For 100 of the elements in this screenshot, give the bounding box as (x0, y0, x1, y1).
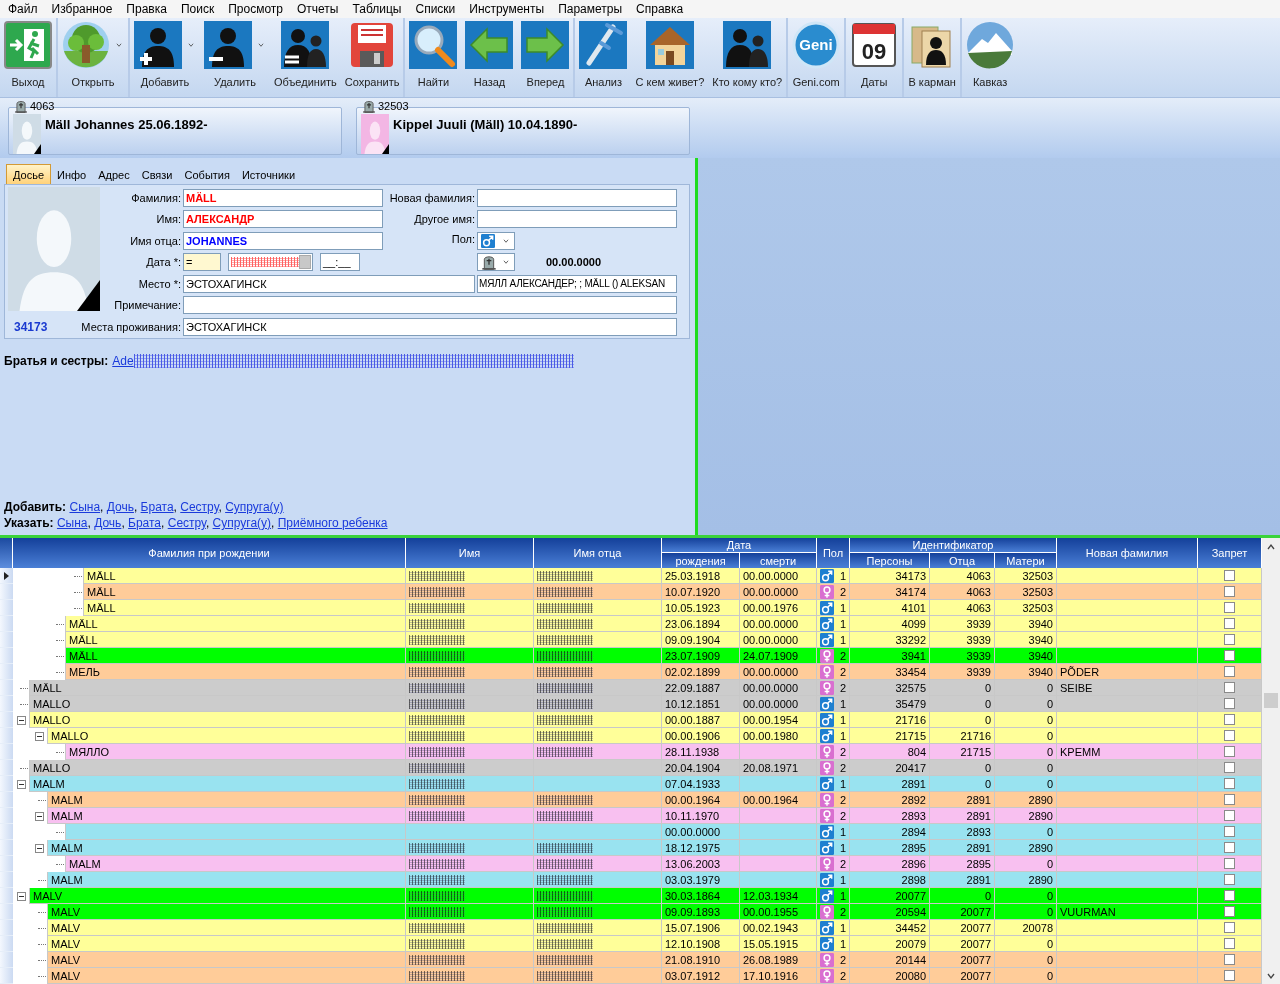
input-field[interactable] (183, 296, 677, 315)
checkbox[interactable] (1224, 938, 1235, 949)
link[interactable]: Приёмного ребенка (277, 516, 388, 530)
toolbar-button[interactable]: Добавить (128, 18, 200, 97)
toolbar-button[interactable]: Объединить (270, 18, 341, 97)
menu-item[interactable]: Параметры (551, 2, 630, 16)
date-field[interactable] (228, 253, 313, 272)
link[interactable]: Дочь (106, 500, 134, 514)
collapse-icon[interactable] (16, 715, 26, 725)
toolbar-button[interactable]: Открыть (56, 18, 128, 97)
collapse-icon[interactable] (34, 731, 44, 741)
toolbar-button[interactable]: С кем живет? (631, 18, 709, 97)
checkbox[interactable] (1224, 602, 1235, 613)
toolbar-button[interactable]: Удалить (200, 18, 270, 97)
column-header[interactable]: рождения (662, 553, 740, 568)
toolbar-button[interactable]: Выход (0, 18, 56, 97)
input-field[interactable] (477, 188, 677, 207)
menu-item[interactable]: Списки (408, 2, 463, 16)
checkbox[interactable] (1224, 730, 1235, 741)
column-header[interactable]: Матери (995, 553, 1057, 568)
checkbox[interactable] (1224, 874, 1235, 885)
checkbox[interactable] (1224, 650, 1235, 661)
toolbar-button[interactable]: Кавказ (960, 18, 1019, 97)
checkbox[interactable] (1224, 970, 1235, 981)
column-header[interactable]: Имя отца (534, 538, 662, 568)
link[interactable]: Брата (140, 500, 174, 514)
input-field[interactable]: АЛЕКСАНДР (183, 210, 383, 229)
input-field[interactable] (477, 210, 677, 229)
column-header[interactable]: Запрет (1198, 538, 1262, 568)
death-dropdown[interactable] (477, 253, 515, 272)
toolbar-button[interactable]: Geni Geni.com (786, 18, 845, 97)
menu-item[interactable]: Файл (1, 2, 45, 16)
time-field[interactable]: __:__ (320, 253, 360, 272)
collapse-icon[interactable] (34, 843, 44, 853)
menu-item[interactable]: Отчеты (289, 2, 346, 16)
sex-dropdown[interactable] (477, 231, 515, 250)
input-field[interactable]: МЯЛЛ АЛЕКСАНДЕР; ; MÄLL () ALEKSAN (477, 274, 677, 293)
menu-item[interactable]: Справка (629, 2, 691, 16)
checkbox[interactable] (1224, 954, 1235, 965)
checkbox[interactable] (1224, 778, 1235, 789)
column-header[interactable]: смерти (740, 553, 817, 568)
checkbox[interactable] (1224, 858, 1235, 869)
menu-item[interactable]: Поиск (173, 2, 222, 16)
column-header[interactable]: Отца (930, 553, 995, 568)
checkbox[interactable] (1224, 698, 1235, 709)
input-field[interactable]: ЭСТОХАГИНСК (183, 318, 677, 336)
checkbox[interactable] (1224, 746, 1235, 757)
checkbox[interactable] (1224, 714, 1235, 725)
search-icon[interactable] (409, 21, 458, 69)
input-field[interactable]: ЭСТОХАГИНСК (183, 274, 475, 293)
input-field[interactable]: = (183, 253, 221, 272)
menu-item[interactable]: Правка (119, 2, 174, 16)
tab[interactable]: Инфо (51, 165, 93, 184)
checkbox[interactable] (1224, 922, 1235, 933)
toolbar-button[interactable]: Назад (461, 18, 518, 97)
toolbar-button[interactable]: Кто кому кто? (708, 18, 787, 97)
link[interactable]: Супруга(у) (225, 500, 284, 514)
menu-item[interactable]: Просмотр (221, 2, 290, 16)
checkbox[interactable] (1224, 634, 1235, 645)
tab[interactable]: Источники (235, 165, 302, 184)
row-header[interactable] (0, 568, 13, 584)
collapse-icon[interactable] (16, 779, 26, 789)
scrollbar[interactable] (1262, 538, 1280, 984)
checkbox[interactable] (1224, 906, 1235, 917)
picker-button[interactable] (299, 255, 311, 270)
menu-item[interactable]: Избранное (44, 2, 120, 16)
tab[interactable]: Досье (6, 164, 52, 184)
checkbox[interactable] (1224, 666, 1235, 677)
tab[interactable]: Адрес (92, 165, 136, 184)
column-header[interactable]: Имя (406, 538, 534, 568)
toolbar-button[interactable]: 09 Даты (844, 18, 903, 97)
link[interactable]: Сестру (167, 516, 206, 530)
checkbox[interactable] (1224, 570, 1235, 581)
input-field[interactable]: JOHANNES (183, 231, 383, 250)
toolbar-button[interactable]: Сохранить (340, 18, 404, 97)
link[interactable]: Сына (56, 516, 88, 530)
checkbox[interactable] (1224, 618, 1235, 629)
checkbox[interactable] (1224, 842, 1235, 853)
column-header[interactable]: Новая фамилия (1057, 538, 1198, 568)
checkbox[interactable] (1224, 762, 1235, 773)
checkbox[interactable] (1224, 826, 1235, 837)
input-field[interactable]: MÄLL (183, 188, 383, 207)
tab[interactable]: Связи (135, 165, 179, 184)
collapse-icon[interactable] (16, 891, 26, 901)
scrollbar-thumb[interactable] (1264, 693, 1278, 708)
checkbox[interactable] (1224, 794, 1235, 805)
sibling-link[interactable]: Ade (112, 354, 134, 368)
tab[interactable]: События (178, 165, 236, 184)
checkbox[interactable] (1224, 682, 1235, 693)
toolbar-button[interactable]: Вперед (517, 18, 574, 97)
toolbar-button[interactable]: Найти (403, 18, 462, 97)
collapse-icon[interactable] (34, 811, 44, 821)
toolbar-button[interactable]: Анализ (573, 18, 632, 97)
checkbox[interactable] (1224, 810, 1235, 821)
column-header[interactable]: Пол (817, 538, 850, 568)
column-header[interactable]: Фамилия при рождении (13, 538, 406, 568)
column-header[interactable]: Персоны (850, 553, 930, 568)
menu-item[interactable]: Таблицы (345, 2, 409, 16)
checkbox[interactable] (1224, 890, 1235, 901)
toolbar-button[interactable]: В карман (902, 18, 961, 97)
